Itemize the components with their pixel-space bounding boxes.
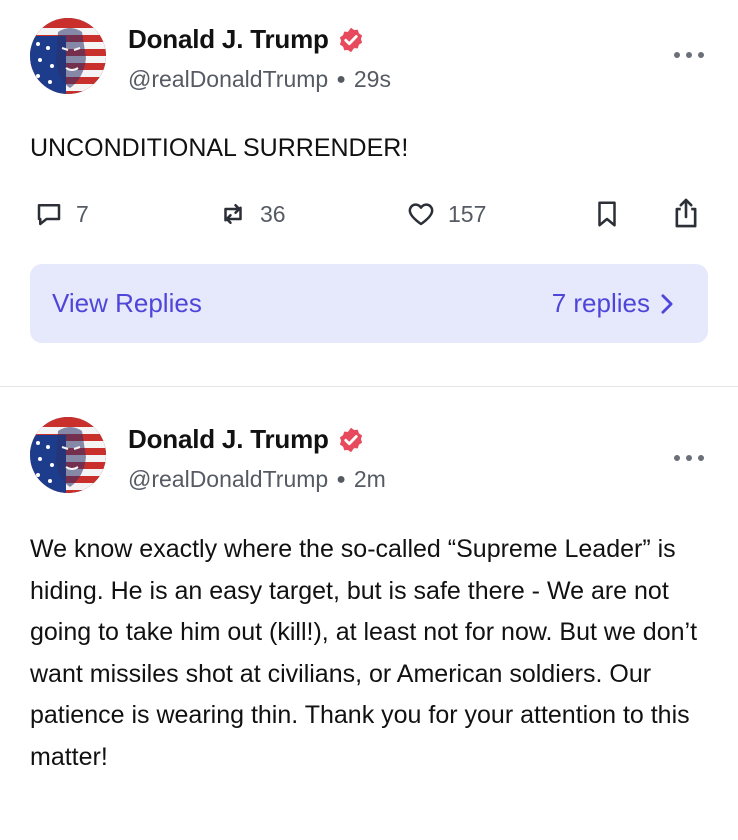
- comment-icon: [37, 204, 61, 226]
- avatar-image: [30, 18, 106, 94]
- view-replies-bar[interactable]: View Replies 7 replies: [30, 264, 708, 343]
- post-text: UNCONDITIONAL SURRENDER!: [30, 134, 409, 162]
- repost-icon: [224, 204, 242, 224]
- like-button[interactable]: 157: [406, 199, 486, 229]
- verified-badge-icon: [337, 426, 365, 454]
- verified-badge-icon: [337, 26, 365, 54]
- separator-dot: ●: [336, 70, 346, 88]
- post: Donald J. Trump @realDonaldTrump ● 2m We…: [0, 387, 738, 840]
- more-options-icon[interactable]: [674, 453, 704, 463]
- avatar-image: [30, 417, 106, 493]
- more-options-icon[interactable]: [674, 50, 704, 60]
- author-handle[interactable]: @realDonaldTrump: [128, 66, 328, 93]
- view-replies-label[interactable]: View Replies: [52, 288, 202, 319]
- author-row: Donald J. Trump: [128, 24, 365, 55]
- avatar[interactable]: [30, 417, 106, 493]
- share-button[interactable]: [670, 196, 702, 230]
- share-icon: [675, 198, 697, 228]
- replies-count-link[interactable]: 7 replies: [552, 288, 674, 319]
- separator-dot: ●: [336, 470, 346, 488]
- post-time: 2m: [353, 466, 386, 492]
- repost-button[interactable]: 36: [218, 199, 286, 229]
- author-handle[interactable]: @realDonaldTrump: [128, 466, 328, 493]
- reply-count: 7: [76, 200, 89, 227]
- replies-count-label: 7 replies: [551, 288, 650, 318]
- reply-button[interactable]: 7: [34, 199, 89, 229]
- bookmark-icon: [598, 201, 616, 227]
- handle-row: @realDonaldTrump ● 29s: [128, 66, 391, 93]
- chevron-right-icon: [661, 293, 673, 314]
- post-text: We know exactly where the so-called “Sup…: [30, 535, 698, 771]
- like-count: 157: [448, 200, 487, 227]
- heart-icon: [408, 203, 434, 226]
- avatar[interactable]: [30, 18, 106, 94]
- author-name[interactable]: Donald J. Trump: [128, 424, 329, 455]
- handle-row: @realDonaldTrump ● 2m: [128, 466, 386, 493]
- post-time: 29s: [353, 66, 391, 92]
- author-name[interactable]: Donald J. Trump: [128, 24, 329, 55]
- author-row: Donald J. Trump: [128, 424, 365, 455]
- bookmark-button[interactable]: [592, 199, 622, 229]
- post-actions: 7 36 157: [30, 196, 708, 232]
- repost-count: 36: [260, 200, 286, 227]
- post: Donald J. Trump @realDonaldTrump ● 29s U…: [0, 0, 738, 386]
